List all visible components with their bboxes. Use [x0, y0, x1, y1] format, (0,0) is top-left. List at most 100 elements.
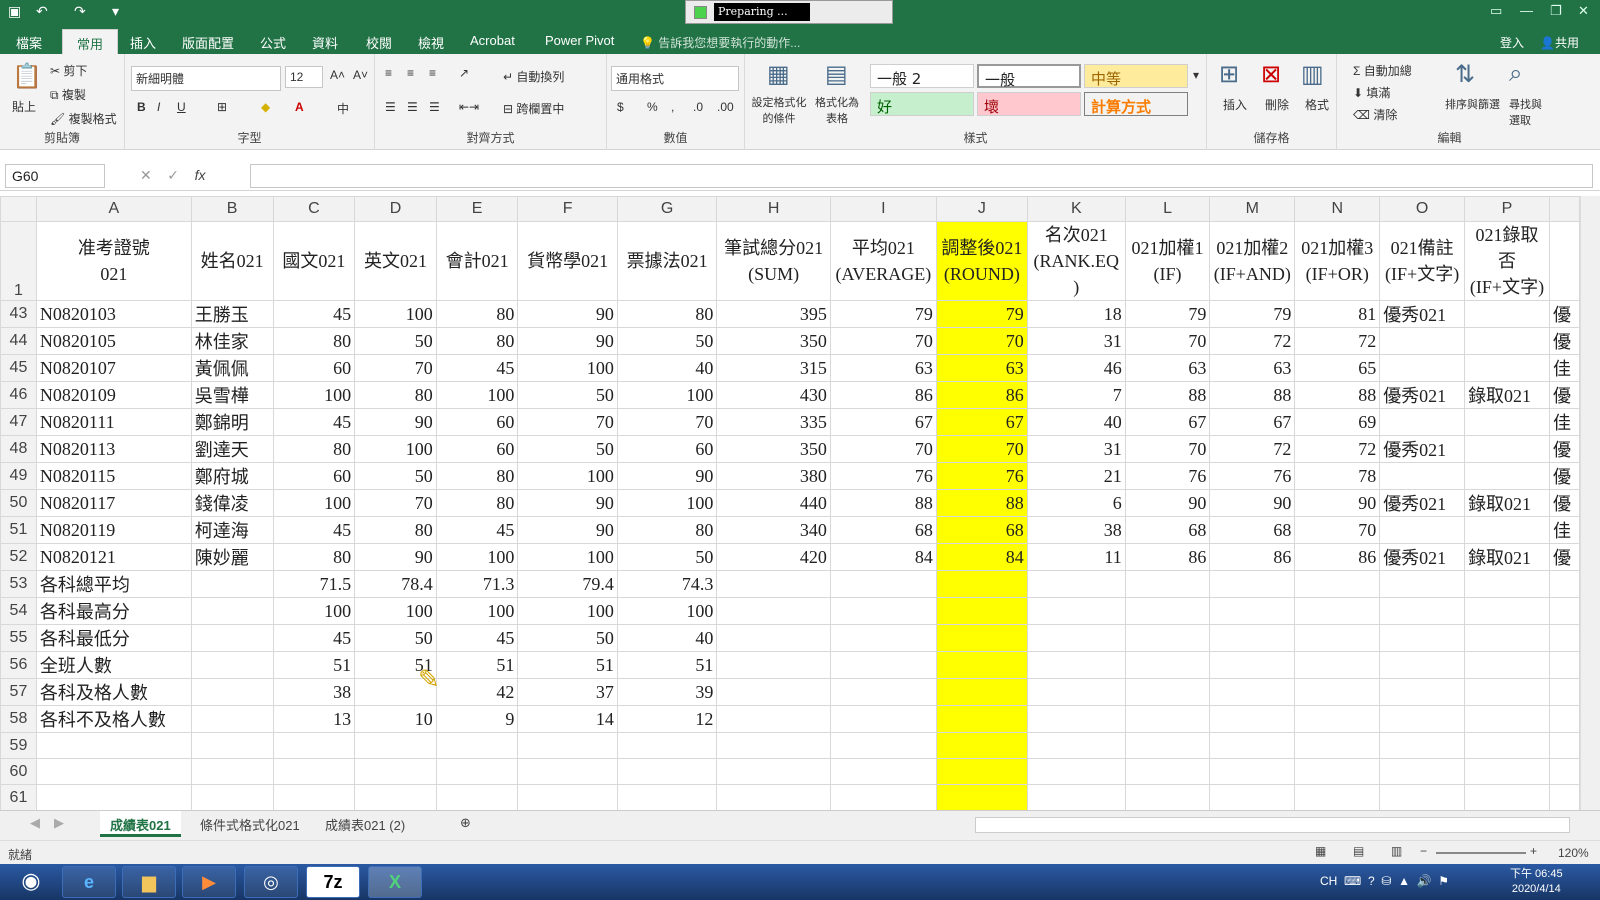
cell[interactable] — [1294, 678, 1381, 706]
cell[interactable] — [1209, 678, 1296, 706]
cell[interactable]: 70 — [935, 327, 1028, 355]
cell[interactable]: 優秀021 — [1379, 489, 1466, 517]
customize-qat-icon[interactable]: ▾ — [112, 3, 119, 20]
sheet-tab-2[interactable]: 條件式格式化021 — [190, 811, 310, 837]
cell[interactable]: 100 — [616, 489, 718, 517]
cell[interactable]: 90 — [354, 543, 437, 571]
cell[interactable] — [1464, 651, 1550, 679]
cell[interactable]: 各科及格人數 — [35, 678, 192, 706]
cell[interactable] — [435, 784, 519, 810]
cell[interactable] — [1026, 597, 1126, 625]
cell[interactable] — [35, 784, 192, 810]
underline-icon[interactable]: U — [177, 100, 186, 114]
cell[interactable]: 100 — [616, 381, 718, 409]
cell[interactable] — [1209, 570, 1296, 598]
styles-scroll-icon[interactable]: ▾ — [1193, 68, 1199, 82]
cell[interactable]: 31 — [1026, 435, 1126, 463]
zoom-out-icon[interactable]: − — [1420, 844, 1427, 858]
cell[interactable] — [517, 758, 618, 785]
cell[interactable]: 42 — [435, 678, 519, 706]
cell[interactable] — [1464, 732, 1550, 759]
align-bottom-icon[interactable]: ≡ — [429, 66, 436, 80]
cell[interactable]: 7 — [1026, 381, 1126, 409]
decrease-decimal-icon[interactable]: .00 — [717, 100, 734, 114]
cell[interactable]: 86 — [1209, 543, 1296, 571]
column-header-i[interactable]: I — [829, 196, 937, 222]
cell[interactable]: 86 — [829, 381, 937, 409]
formula-input[interactable] — [250, 164, 1593, 188]
cell[interactable] — [829, 678, 937, 706]
undo-icon[interactable]: ↶ — [36, 3, 48, 20]
worksheet-grid[interactable]: ABCDEFGHIJKLMNOP 1 准考證號 021 姓名021 國文021 英文02… — [0, 196, 1580, 810]
format-cells-icon[interactable]: ▥ — [1301, 60, 1324, 89]
copy-button[interactable]: ⧉ 複製 — [50, 86, 86, 103]
header-cell[interactable]: 票據法021 — [616, 221, 718, 301]
comma-icon[interactable]: , — [671, 100, 674, 114]
increase-decimal-icon[interactable]: .0 — [693, 100, 703, 114]
cell[interactable] — [1026, 570, 1126, 598]
style-good[interactable]: 好 — [870, 92, 974, 116]
sheet-tab-3[interactable]: 成績表021 (2) — [315, 811, 415, 837]
row-header[interactable]: 53 — [0, 570, 37, 598]
help-icon[interactable]: ? — [1368, 874, 1375, 888]
cell[interactable] — [1026, 651, 1126, 679]
cell[interactable]: 優 — [1548, 300, 1580, 328]
cell[interactable] — [1026, 784, 1126, 810]
insert-cells-label[interactable]: 插入 — [1223, 96, 1247, 113]
cell[interactable] — [829, 570, 937, 598]
cell[interactable] — [716, 678, 831, 706]
cell[interactable] — [35, 732, 192, 759]
cell[interactable]: 21 — [1026, 462, 1126, 490]
horizontal-scrollbar[interactable] — [975, 817, 1570, 833]
excel-icon[interactable]: X — [368, 866, 422, 898]
cell[interactable] — [1379, 651, 1466, 679]
7zip-icon[interactable]: 7z — [306, 866, 360, 898]
cell[interactable]: 優 — [1548, 489, 1580, 517]
cell[interactable] — [829, 732, 937, 759]
cell[interactable]: 350 — [716, 435, 831, 463]
cell[interactable]: 100 — [435, 543, 519, 571]
cell[interactable]: N0820121 — [35, 543, 192, 571]
align-middle-icon[interactable]: ≡ — [407, 66, 414, 80]
header-cell[interactable]: 國文021 — [272, 221, 356, 301]
cell[interactable] — [1379, 732, 1466, 759]
column-header-m[interactable]: M — [1209, 196, 1296, 222]
cell[interactable]: 13 — [272, 705, 356, 733]
tab-file[interactable]: 檔案 — [16, 33, 42, 52]
cell[interactable]: 38 — [272, 678, 356, 706]
column-header-q[interactable] — [1548, 196, 1580, 222]
cell[interactable]: 63 — [829, 354, 937, 382]
cell[interactable] — [1294, 732, 1381, 759]
zoom-in-icon[interactable]: + — [1530, 844, 1537, 858]
row-header[interactable]: 60 — [0, 758, 37, 785]
header-cell[interactable] — [1548, 221, 1580, 301]
cell[interactable] — [616, 784, 718, 810]
cell[interactable] — [272, 758, 356, 785]
format-cells-label[interactable]: 格式 — [1305, 96, 1329, 113]
column-header-n[interactable]: N — [1294, 196, 1381, 222]
cell[interactable] — [1294, 705, 1381, 733]
row-header[interactable]: 56 — [0, 651, 37, 679]
cell[interactable] — [1464, 462, 1550, 490]
zoom-slider[interactable] — [1436, 852, 1526, 854]
cell[interactable] — [190, 570, 274, 598]
paste-icon[interactable]: 📋 — [12, 62, 42, 91]
cell[interactable]: 86 — [1294, 543, 1381, 571]
cell[interactable] — [1124, 651, 1211, 679]
cell[interactable]: 67 — [829, 408, 937, 436]
cell[interactable] — [190, 784, 274, 810]
cell[interactable]: 63 — [935, 354, 1028, 382]
cell[interactable] — [1548, 705, 1580, 733]
cell[interactable]: 70 — [1124, 327, 1211, 355]
cell[interactable] — [1379, 705, 1466, 733]
cell[interactable] — [190, 758, 274, 785]
cell[interactable] — [1209, 597, 1296, 625]
cell[interactable] — [829, 624, 937, 652]
cell[interactable]: 各科最高分 — [35, 597, 192, 625]
cell[interactable]: N0820103 — [35, 300, 192, 328]
cell[interactable]: 45 — [272, 408, 356, 436]
cell[interactable]: 80 — [616, 516, 718, 544]
column-header-l[interactable]: L — [1124, 196, 1211, 222]
phonetic-icon[interactable]: 中 — [337, 100, 349, 117]
row-header[interactable]: 46 — [0, 381, 37, 409]
